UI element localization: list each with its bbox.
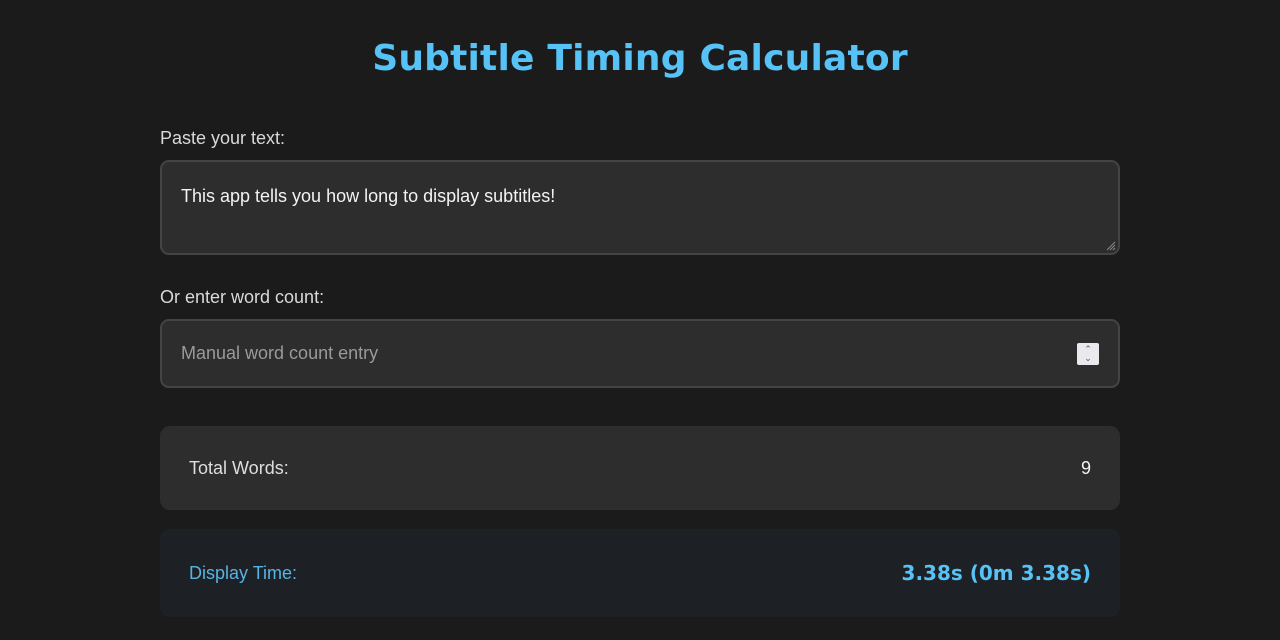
number-spinner-icon[interactable]: ⌃ ⌄	[1077, 343, 1099, 365]
display-time-value: 3.38s (0m 3.38s)	[901, 561, 1091, 585]
word-count-input[interactable]	[162, 321, 1042, 386]
text-input[interactable]	[162, 162, 1118, 253]
page-title: Subtitle Timing Calculator	[372, 38, 908, 79]
display-time-label: Display Time:	[189, 562, 298, 583]
total-words-card: Total Words: 9	[160, 426, 1120, 510]
text-input-label: Paste your text:	[160, 128, 286, 148]
total-words-label: Total Words:	[189, 457, 289, 478]
text-input-container	[160, 160, 1120, 255]
word-count-label: Or enter word count:	[160, 287, 325, 307]
word-count-container: ⌃ ⌄	[160, 319, 1120, 388]
resize-grip-icon[interactable]	[1104, 239, 1116, 251]
total-words-value: 9	[1080, 457, 1091, 478]
display-time-card: Display Time: 3.38s (0m 3.38s)	[160, 529, 1120, 617]
app-root: Subtitle Timing Calculator Paste your te…	[0, 0, 1280, 640]
spinner-down-icon[interactable]: ⌄	[1084, 354, 1092, 363]
